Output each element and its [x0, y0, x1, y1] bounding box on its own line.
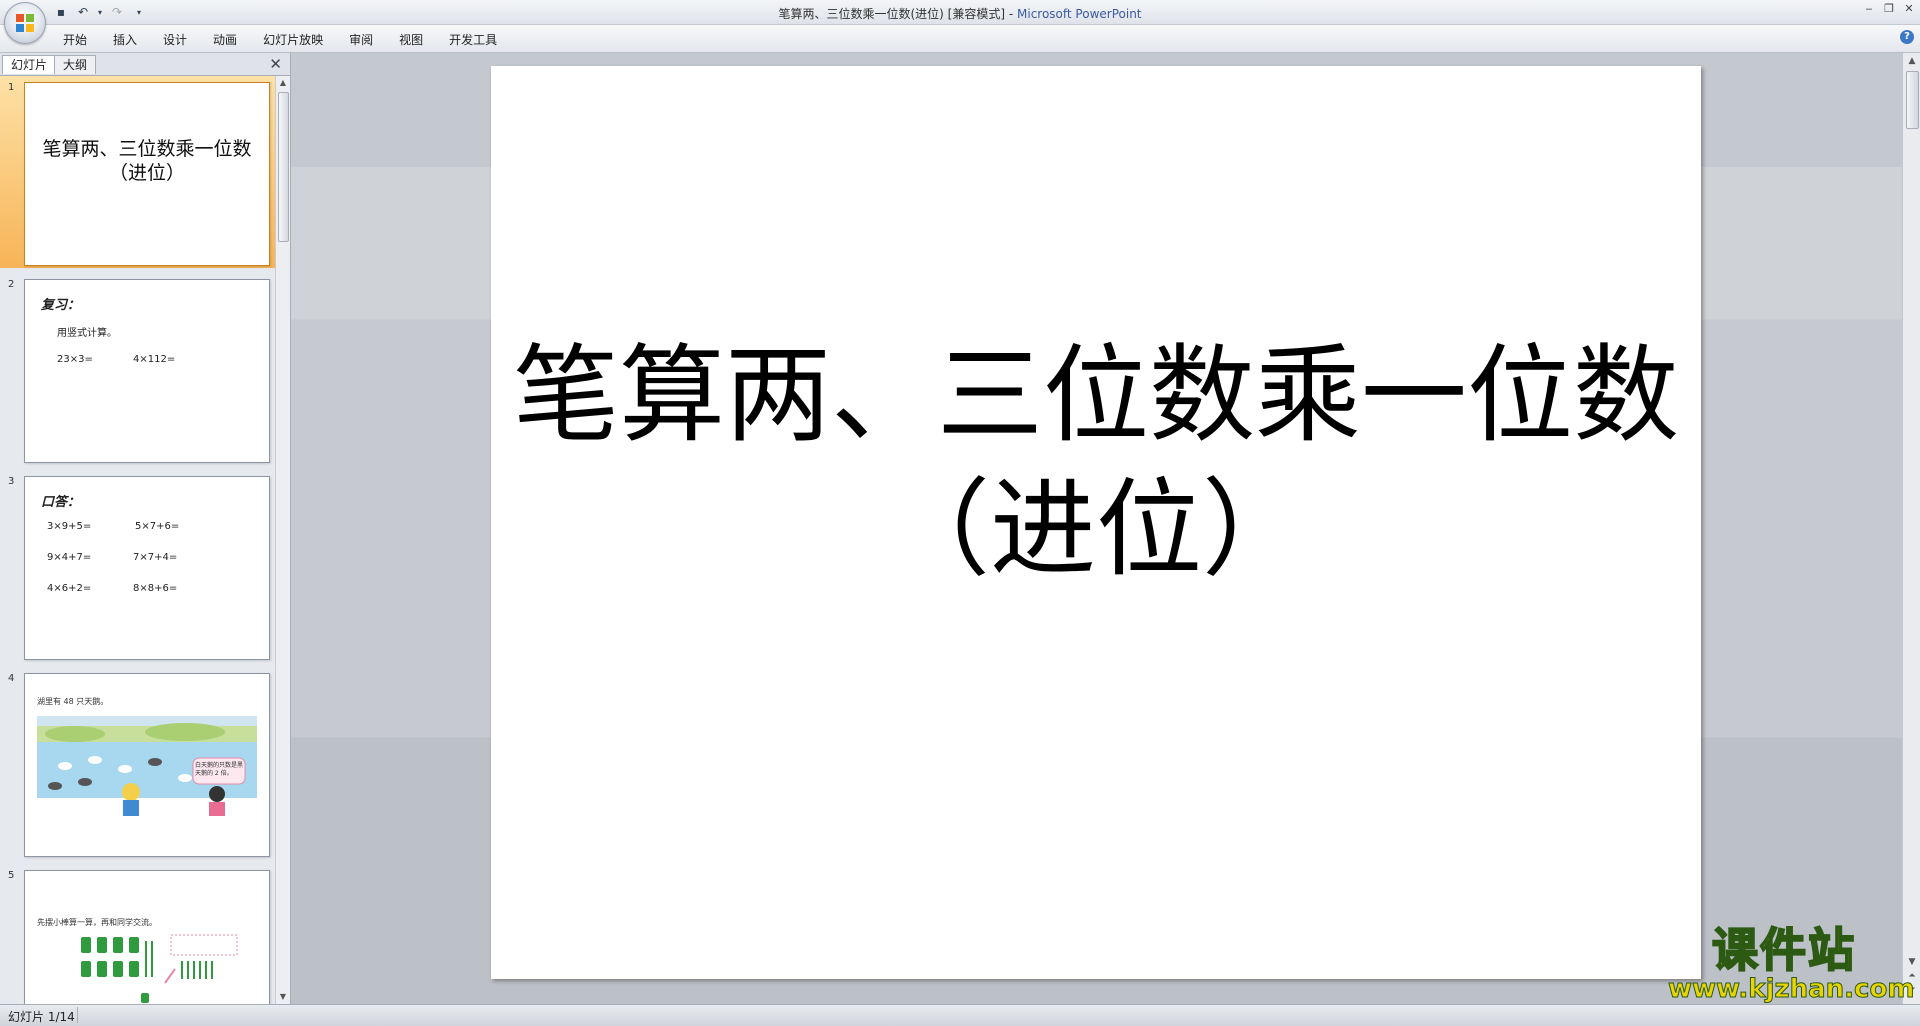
status-divider — [77, 1007, 78, 1023]
thumbnail-image[interactable]: 复习： 用竖式计算。 23×3= 4×112= — [24, 279, 270, 463]
app-name: Microsoft PowerPoint — [1017, 7, 1142, 21]
slide-title-line2: （进位） — [884, 468, 1308, 591]
thumbnail-expression: 9×4+7= — [47, 552, 92, 563]
thumbnail-scrollbar[interactable]: ▲ ▼ — [275, 76, 290, 1004]
scroll-up-icon[interactable]: ▲ — [1905, 55, 1919, 67]
status-bar: 幻灯片 1/14 — [0, 1004, 1920, 1026]
thumbnail-number: 4 — [8, 673, 15, 684]
sticks-illustration — [81, 934, 238, 1003]
thumbnail-number: 5 — [8, 870, 15, 881]
tab-slides[interactable]: 幻灯片 — [2, 55, 57, 74]
scroll-down-icon[interactable]: ▼ — [1905, 956, 1919, 968]
pane-tabs: 幻灯片 大纲 ✕ — [0, 53, 290, 76]
close-button[interactable]: ✕ — [1902, 2, 1916, 16]
thumbnail-expression: 4×112= — [133, 354, 176, 365]
editor-scrollbar[interactable]: ▲ ▼ ⏶ ⏷ — [1902, 53, 1920, 1004]
thumbnail-expression: 3×9+5= — [47, 521, 92, 532]
office-button[interactable] — [4, 2, 46, 44]
thumbnail-expression: 23×3= — [57, 354, 93, 365]
thumbnail-number: 2 — [8, 279, 15, 290]
tab-review[interactable]: 审阅 — [336, 29, 386, 50]
tab-view[interactable]: 视图 — [386, 29, 436, 50]
thumbnail-number: 1 — [8, 82, 15, 93]
speech-bubble-text: 白天鹅的只数是黑天鹅的 2 倍。 — [195, 762, 244, 777]
minimize-button[interactable]: ‒ — [1862, 2, 1876, 16]
thumbnail-image[interactable]: 笔算两、三位数乘一位数 （进位） — [24, 82, 270, 266]
watermark-url: www.kjzhan.com — [1668, 974, 1915, 1004]
slide-title[interactable]: 笔算两、三位数乘一位数 （进位） — [491, 329, 1701, 597]
restore-button[interactable]: ❐ — [1882, 2, 1896, 16]
title-bar: ▪ ↶ ▾ ↷ ▾ 笔算两、三位数乘一位数(进位) [兼容模式] - Micro… — [0, 0, 1920, 44]
tab-developer[interactable]: 开发工具 — [436, 29, 510, 50]
scroll-down-icon[interactable]: ▼ — [276, 990, 290, 1004]
watermark-logo: 课件站 www.kjzhan.com — [1668, 923, 1915, 1005]
window-controls: ‒ ❐ ✕ — [1862, 2, 1916, 16]
thumbnail-number: 3 — [8, 476, 15, 487]
help-icon[interactable]: ? — [1900, 30, 1914, 44]
tab-outline[interactable]: 大纲 — [54, 55, 97, 74]
watermark-title: 课件站 — [1711, 923, 1856, 977]
ribbon-tabs: 开始 插入 设计 动画 幻灯片放映 审阅 视图 开发工具 — [50, 29, 510, 50]
slide-editor: 笔算两、三位数乘一位数 （进位） — [291, 53, 1902, 1004]
thumbnail-image[interactable]: 湖里有 48 只天鹅。 白天鹅的只数是黑天鹅的 2 倍。 — [24, 673, 270, 857]
tab-insert[interactable]: 插入 — [100, 29, 150, 50]
thumbnail-expression: 4×6+2= — [47, 583, 92, 594]
thumbnail-expression: 7×7+4= — [133, 552, 178, 563]
thumbnail-image[interactable]: 先摆小棒算一算，再和同学交流。 — [24, 870, 270, 1004]
thumbnail-heading: 口答： — [41, 495, 81, 510]
scroll-up-icon[interactable]: ▲ — [276, 76, 290, 90]
thumbnail-slide-2[interactable]: 2 复习： 用竖式计算。 23×3= 4×112= — [0, 273, 276, 465]
thumbnail-title: 笔算两、三位数乘一位数 （进位） — [25, 137, 269, 185]
thumbnail-slide-5[interactable]: 5 先摆小棒算一算，再和同学交流。 — [0, 864, 276, 1004]
office-logo-icon — [16, 14, 34, 32]
current-slide[interactable]: 笔算两、三位数乘一位数 （进位） — [491, 66, 1701, 979]
slide-title-line1: 笔算两、三位数乘一位数 — [513, 334, 1679, 457]
thumbnail-title-line1: 笔算两、三位数乘一位数 — [42, 138, 252, 160]
window-title: 笔算两、三位数乘一位数(进位) [兼容模式] - Microsoft Power… — [0, 5, 1920, 22]
pane-close-icon[interactable]: ✕ — [269, 55, 282, 73]
thumbnail-heading: 复习： — [41, 298, 81, 313]
thumbnail-expression: 5×7+6= — [135, 521, 180, 532]
thumbnail-title-line2: （进位） — [108, 162, 185, 184]
ribbon: 开始 插入 设计 动画 幻灯片放映 审阅 视图 开发工具 ? — [0, 25, 1920, 53]
slide-counter: 幻灯片 1/14 — [8, 1010, 75, 1024]
tab-home[interactable]: 开始 — [50, 29, 100, 50]
tab-design[interactable]: 设计 — [150, 29, 200, 50]
thumbnail-expression: 8×8+6= — [133, 583, 178, 594]
thumbnail-text: 用竖式计算。 — [57, 328, 117, 339]
thumbnail-image[interactable]: 口答： 3×9+5= 5×7+6= 9×4+7= 7×7+4= 4×6+2= 8… — [24, 476, 270, 660]
tab-animations[interactable]: 动画 — [200, 29, 250, 50]
slides-pane: 幻灯片 大纲 ✕ 1 笔算两、三位数乘一位数 （进位） 2 复习： 用竖式计算。… — [0, 53, 291, 1004]
scrollbar-thumb[interactable] — [278, 92, 289, 242]
thumbnail-slide-1[interactable]: 1 笔算两、三位数乘一位数 （进位） — [0, 76, 276, 268]
thumbnail-list: 1 笔算两、三位数乘一位数 （进位） 2 复习： 用竖式计算。 23×3= 4×… — [0, 76, 276, 1004]
document-title: 笔算两、三位数乘一位数(进位) [兼容模式] - — [778, 7, 1017, 21]
scrollbar-thumb[interactable] — [1906, 71, 1919, 129]
thumbnail-slide-3[interactable]: 3 口答： 3×9+5= 5×7+6= 9×4+7= 7×7+4= 4×6+2=… — [0, 470, 276, 662]
thumbnail-slide-4[interactable]: 4 湖里有 48 只天鹅。 白天鹅的只数是黑天鹅的 2 倍。 — [0, 667, 276, 859]
tab-slide-show[interactable]: 幻灯片放映 — [250, 29, 336, 50]
